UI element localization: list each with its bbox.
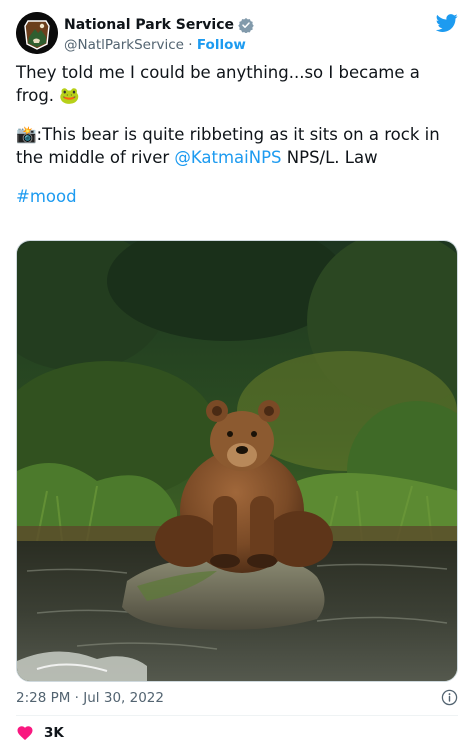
credit-suffix: NPS/L. Law [281, 147, 378, 167]
like-count: 3K [44, 725, 64, 741]
display-name[interactable]: National Park Service [64, 17, 234, 33]
hashtag-link[interactable]: #mood [16, 187, 77, 206]
mention-link[interactable]: @KatmaiNPS [174, 148, 281, 167]
info-icon[interactable] [441, 689, 458, 706]
tweet-header: National Park Service @NatlParkService ·… [16, 12, 458, 56]
like-action[interactable]: 3K [16, 722, 64, 744]
separator-dot: · [188, 37, 193, 53]
twitter-bird-icon[interactable] [436, 12, 458, 34]
tweet-meta: 2:28 PM · Jul 30, 2022 [16, 688, 458, 708]
verified-badge-icon [238, 18, 254, 33]
heart-icon[interactable] [16, 724, 34, 742]
timestamp[interactable]: 2:28 PM · Jul 30, 2022 [16, 690, 164, 706]
tweet-text: They told me I could be anything...so I … [16, 62, 460, 209]
handle[interactable]: @NatlParkService [64, 37, 184, 53]
divider [16, 715, 458, 716]
tweet-line-2: 📸:This bear is quite ribbeting as it sit… [16, 124, 460, 169]
follow-button[interactable]: Follow [197, 37, 246, 53]
avatar[interactable] [16, 12, 58, 54]
tweet-line-1: They told me I could be anything...so I … [16, 63, 420, 105]
bear-photo-illustration [17, 241, 457, 681]
tweet-photo[interactable] [16, 240, 458, 682]
